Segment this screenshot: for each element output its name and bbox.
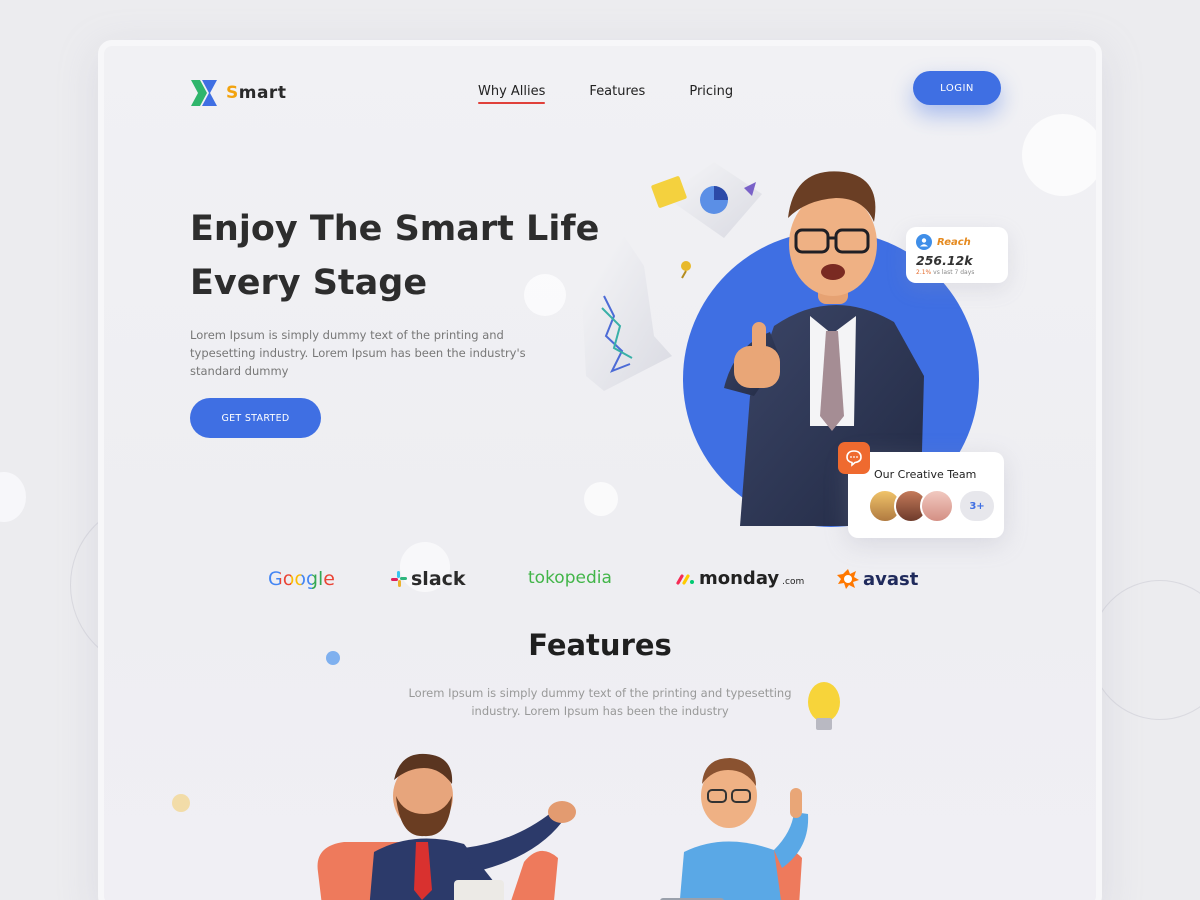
- logo[interactable]: Smart: [190, 78, 286, 108]
- chat-icon[interactable]: [838, 442, 870, 474]
- hero-description: Lorem Ipsum is simply dummy text of the …: [190, 328, 526, 378]
- floating-report-icon: [651, 162, 762, 238]
- landing-page-frame: Smart Why Allies Features Pricing LOGIN …: [98, 40, 1102, 900]
- team-card-title: Our Creative Team: [874, 468, 977, 481]
- floating-document-icon: [582, 236, 672, 391]
- hero-title-line2: Every Stage: [190, 263, 428, 303]
- team-more-badge[interactable]: 3+: [958, 489, 996, 523]
- background-ring: [1090, 580, 1200, 720]
- decor-bubble: [1022, 114, 1096, 196]
- nav-pricing[interactable]: Pricing: [689, 84, 733, 99]
- avast-logo: avast: [836, 568, 918, 590]
- logo-mark-icon: [191, 80, 217, 106]
- logo-text: Smart: [226, 83, 287, 103]
- monday-icon: [676, 573, 694, 585]
- nav-features[interactable]: Features: [589, 84, 645, 99]
- right-man-shirt: [679, 841, 781, 900]
- reach-label: Reach: [937, 236, 971, 248]
- monday-logo: monday .com: [676, 568, 804, 589]
- character-head: [789, 192, 877, 296]
- hero-title: Enjoy The Smart Life Every Stage: [190, 202, 610, 310]
- pushpin-icon: [681, 261, 691, 279]
- features-illustration: [317, 682, 840, 900]
- login-button[interactable]: LOGIN: [913, 71, 1001, 105]
- slack-logo: slack: [390, 568, 466, 590]
- nav-why-allies[interactable]: Why Allies: [478, 84, 546, 104]
- google-logo: Google: [268, 568, 336, 590]
- decor-bubble: [1096, 414, 1102, 458]
- avast-icon: [837, 569, 859, 589]
- reach-change: 2.1% vs last 7 days: [916, 269, 975, 276]
- yellow-dot: [172, 794, 190, 812]
- reach-stat-card: Reach 256.12k 2.1% vs last 7 days: [906, 227, 1008, 283]
- laptop-icon: [454, 880, 504, 900]
- slack-icon: [391, 571, 407, 587]
- avatar: [920, 489, 954, 523]
- tokopedia-logo: tokopedia: [528, 568, 612, 588]
- team-avatars: 3+: [868, 489, 996, 523]
- light-bulb-icon: [808, 682, 840, 730]
- partner-logos: Google slack tokopedia monday .com avast: [104, 568, 1096, 602]
- hero-title-line1: Enjoy The Smart Life: [190, 209, 600, 249]
- main-nav: Why Allies Features Pricing: [478, 84, 733, 104]
- features-title: Features: [528, 628, 672, 662]
- user-icon: [916, 234, 932, 250]
- reach-value: 256.12k: [916, 253, 973, 268]
- creative-team-card[interactable]: Our Creative Team 3+: [848, 452, 1004, 538]
- background-bubble: [0, 472, 26, 522]
- get-started-button[interactable]: GET STARTED: [190, 398, 321, 438]
